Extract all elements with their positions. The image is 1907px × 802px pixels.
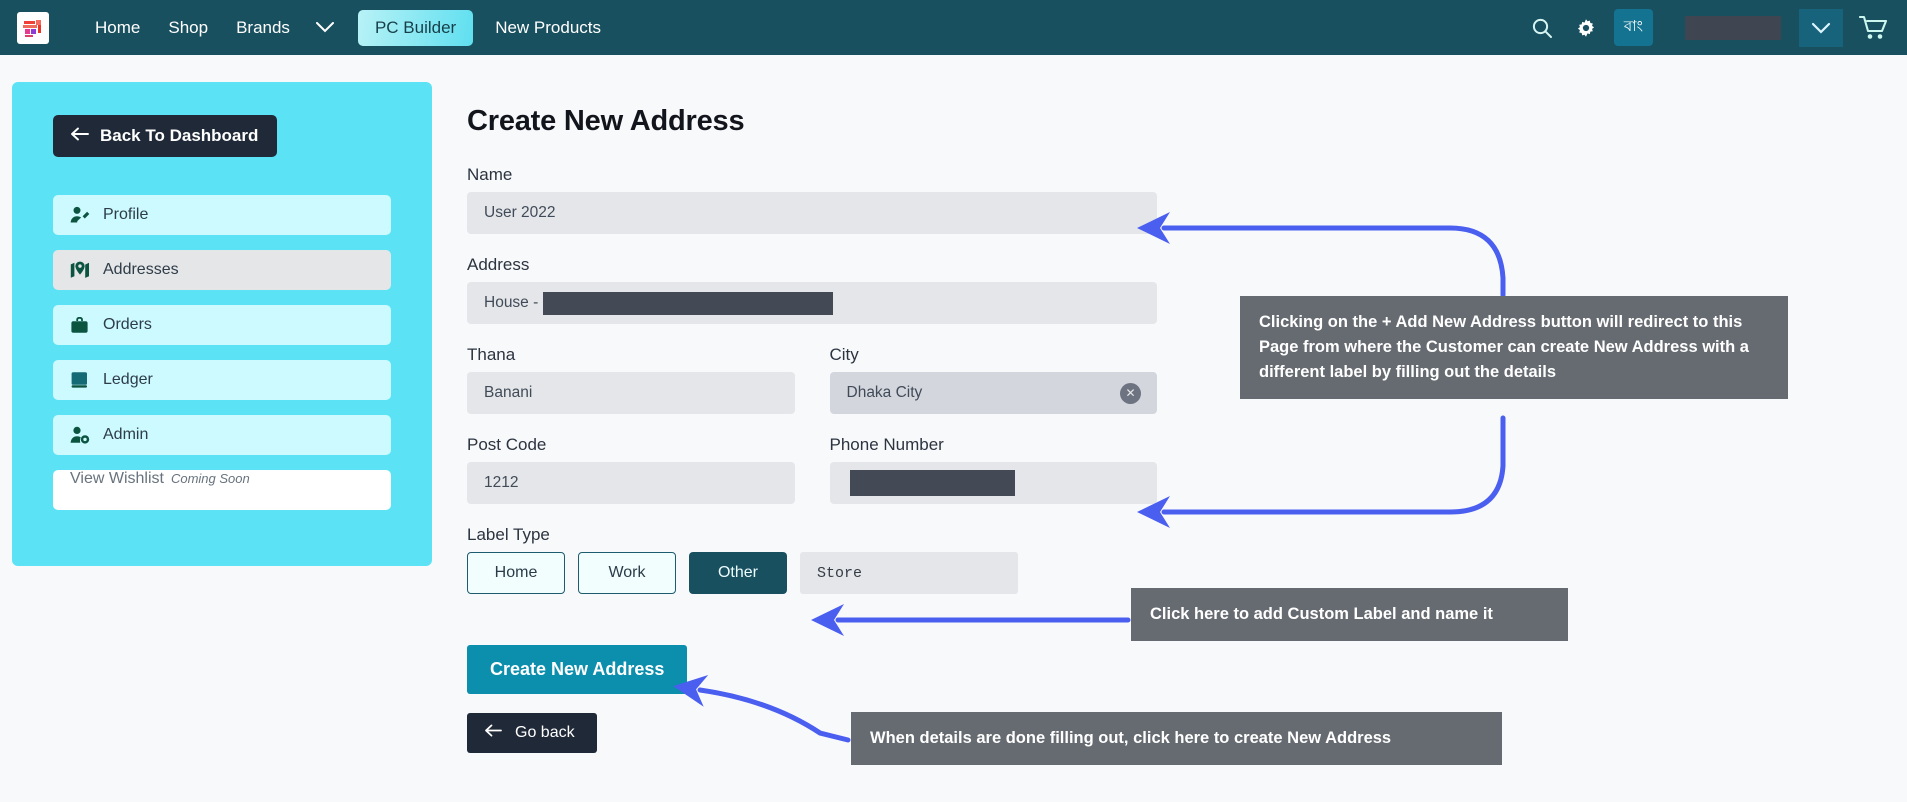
label-type-option-work[interactable]: Work [578, 552, 676, 594]
top-navbar: Home Shop Brands PC Builder New Products [0, 0, 1907, 55]
address-input[interactable]: House - [467, 282, 1157, 324]
field-label-type: Label Type Home Work Other Store [467, 525, 1157, 594]
sidebar-item-addresses[interactable]: Addresses [53, 250, 391, 290]
sidebar-menu: Profile Addresses Orders Ledger Admin Vi… [53, 195, 391, 510]
user-gear-icon [70, 426, 90, 444]
field-name: Name User 2022 [467, 165, 1157, 234]
name-input-value: User 2022 [484, 204, 556, 221]
nav-link-home[interactable]: Home [81, 12, 154, 44]
address-label: Address [467, 255, 530, 274]
nav-link-pc-builder[interactable]: PC Builder [357, 9, 474, 46]
custom-label-input[interactable]: Store [800, 552, 1018, 594]
sidebar-item-label: Admin [103, 426, 149, 443]
phone-number-label: Phone Number [829, 435, 944, 454]
user-name-redacted [1685, 15, 1781, 40]
app-root: Home Shop Brands PC Builder New Products [0, 0, 1907, 802]
custom-label-value: Store [817, 564, 863, 582]
site-logo-icon [23, 19, 41, 37]
address-redacted-block [543, 291, 834, 315]
thana-input-value: Banani [484, 384, 533, 401]
name-input[interactable]: User 2022 [467, 192, 1157, 234]
phone-redacted-block [849, 470, 1015, 496]
sidebar-item-label: Orders [103, 316, 152, 333]
language-toggle-button[interactable]: বাং [1613, 9, 1653, 46]
field-phone-number: Phone Number [829, 435, 1157, 504]
city-input-value: Dhaka City [846, 384, 923, 401]
label-type-option-other[interactable]: Other [689, 552, 787, 594]
field-thana: Thana Banani [467, 345, 795, 414]
site-logo[interactable] [17, 11, 49, 44]
address-input-value: House - [484, 294, 539, 311]
coming-soon-badge: Coming Soon [170, 471, 250, 486]
create-address-form: Create New Address Name User 2022 Addres… [467, 105, 1157, 753]
field-post-code: Post Code 1212 [467, 435, 795, 504]
field-address: Address House - [467, 255, 1157, 324]
user-menu[interactable] [1665, 8, 1843, 47]
nav-link-new-products[interactable]: New Products [481, 12, 615, 44]
clear-x-icon[interactable]: ✕ [1120, 382, 1141, 404]
thana-label: Thana [467, 345, 516, 364]
label-type-option-home[interactable]: Home [467, 552, 565, 594]
view-wishlist-label: View Wishlist [70, 470, 164, 487]
sidebar-item-label: Addresses [103, 261, 179, 278]
annotation-callout: When details are done filling out, click… [851, 712, 1502, 766]
account-sidebar: Back To Dashboard Profile Addresses Orde… [12, 82, 432, 566]
nav-links: Home Shop Brands PC Builder New Products [81, 9, 615, 46]
create-new-address-button[interactable]: Create New Address [467, 645, 688, 694]
annotation-callout: Clicking on the + Add New Address button… [1240, 296, 1788, 400]
label-type-label: Label Type [467, 525, 550, 544]
postcode-phone-row: Post Code 1212 Phone Number [467, 435, 1157, 525]
map-marker-icon [70, 261, 90, 279]
post-code-input[interactable]: 1212 [467, 462, 795, 504]
city-input[interactable]: Dhaka City ✕ [829, 372, 1157, 414]
nav-link-brands[interactable]: Brands [222, 12, 304, 44]
thana-city-row: Thana Banani City Dhaka City ✕ [467, 345, 1157, 435]
back-to-dashboard-button[interactable]: Back To Dashboard [53, 115, 278, 157]
arrow-left-icon [70, 126, 89, 146]
thana-input[interactable]: Banani [467, 372, 795, 414]
phone-number-input[interactable] [829, 462, 1157, 504]
search-icon[interactable] [1520, 17, 1564, 39]
sidebar-item-orders[interactable]: Orders [53, 305, 391, 345]
sidebar-item-admin[interactable]: Admin [53, 415, 391, 455]
navbar-right-actions: বাং [1520, 0, 1907, 55]
post-code-input-value: 1212 [484, 474, 519, 491]
post-code-label: Post Code [467, 435, 547, 454]
book-icon [70, 371, 90, 389]
back-to-dashboard-label: Back To Dashboard [100, 126, 259, 145]
user-dropdown-chevron-down-icon[interactable] [1799, 8, 1843, 47]
nav-link-shop[interactable]: Shop [154, 12, 222, 44]
arrow-left-icon [484, 724, 502, 742]
name-label: Name [467, 165, 513, 184]
label-type-options: Home Work Other Store [467, 552, 1157, 594]
annotation-callout: Click here to add Custom Label and name … [1131, 588, 1568, 642]
gear-icon[interactable] [1564, 17, 1608, 39]
page-title: Create New Address [467, 105, 745, 137]
field-city: City Dhaka City ✕ [829, 345, 1157, 414]
sidebar-item-profile[interactable]: Profile [53, 195, 391, 235]
shopping-cart-icon[interactable] [1843, 15, 1907, 41]
sidebar-item-label: Ledger [103, 371, 153, 388]
sidebar-item-label: Profile [103, 206, 149, 223]
chevron-down-icon[interactable] [306, 16, 344, 39]
go-back-button[interactable]: Go back [467, 713, 597, 753]
sidebar-item-view-wishlist[interactable]: View Wishlist Coming Soon [53, 470, 391, 510]
go-back-label: Go back [515, 724, 575, 741]
user-edit-icon [70, 206, 90, 224]
city-label: City [829, 345, 859, 364]
briefcase-icon [70, 316, 90, 334]
sidebar-item-ledger[interactable]: Ledger [53, 360, 391, 400]
